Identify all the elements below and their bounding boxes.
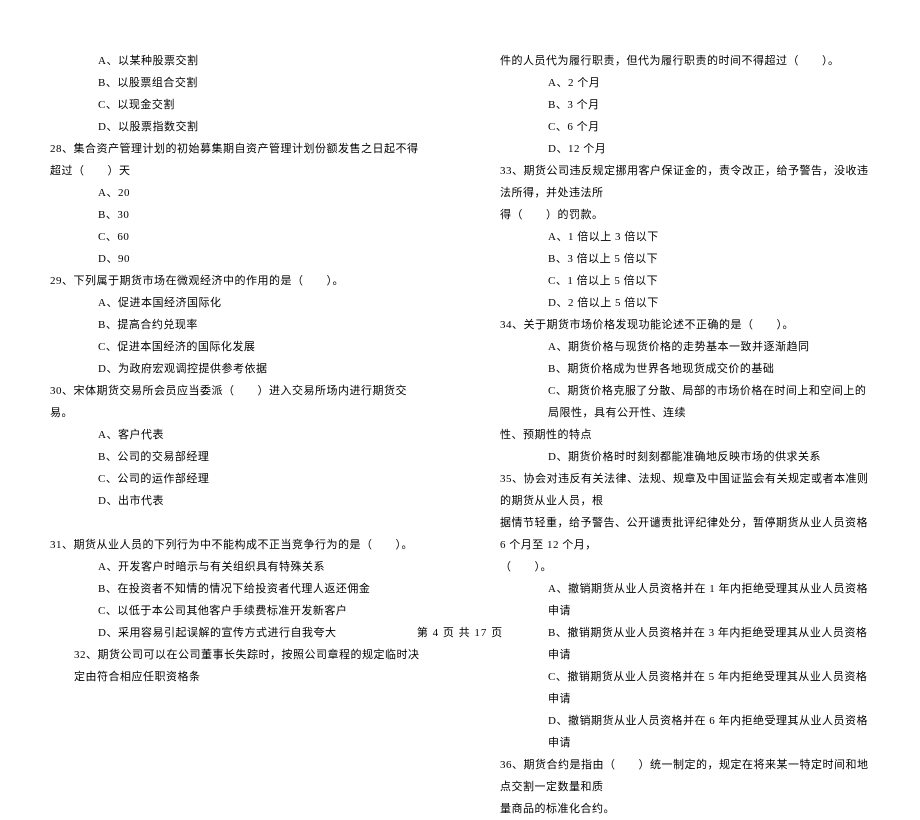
q35-opt-c: C、撤销期货从业人员资格并在 5 年内拒绝受理其从业人员资格申请 (500, 666, 870, 710)
q32-opt-b: B、3 个月 (500, 94, 870, 116)
q29-opt-d: D、为政府宏观调控提供参考依据 (50, 358, 420, 380)
page-footer: 第 4 页 共 17 页 (0, 624, 920, 640)
q33-opt-c: C、1 倍以上 5 倍以下 (500, 270, 870, 292)
q27-opt-a: A、以某种股票交割 (50, 50, 420, 72)
q32-opt-a: A、2 个月 (500, 72, 870, 94)
q31-stem: 31、期货从业人员的下列行为中不能构成不正当竞争行为的是（ ）。 (50, 534, 420, 556)
q33-opt-a: A、1 倍以上 3 倍以下 (500, 226, 870, 248)
q29-stem: 29、下列属于期货市场在微观经济中的作用的是（ ）。 (50, 270, 420, 292)
q35-opt-d: D、撤销期货从业人员资格并在 6 年内拒绝受理其从业人员资格申请 (500, 710, 870, 754)
q28-stem: 28、集合资产管理计划的初始募集期自资产管理计划份额发售之日起不得超过（ ）天 (50, 138, 420, 182)
q30-opt-b: B、公司的交易部经理 (50, 446, 420, 468)
q29-opt-c: C、促进本国经济的国际化发展 (50, 336, 420, 358)
q29-opt-a: A、促进本国经济国际化 (50, 292, 420, 314)
q32-stem-part1: 32、期货公司可以在公司董事长失踪时，按照公司章程的规定临时决定由符合相应任职资… (50, 644, 420, 688)
q28-opt-d: D、90 (50, 248, 420, 270)
q28-opt-a: A、20 (50, 182, 420, 204)
q31-opt-a: A、开发客户时暗示与有关组织具有特殊关系 (50, 556, 420, 578)
q33-opt-b: B、3 倍以上 5 倍以下 (500, 248, 870, 270)
q34-opt-c-part2: 性、预期性的特点 (500, 424, 870, 446)
q27-opt-c: C、以现金交割 (50, 94, 420, 116)
q35-stem-part2: 据情节轻重，给予警告、公开谴责批评纪律处分，暂停期货从业人员资格 6 个月至 1… (500, 512, 870, 556)
q31-opt-c: C、以低于本公司其他客户手续费标准开发新客户 (50, 600, 420, 622)
q34-opt-d: D、期货价格时时刻刻都能准确地反映市场的供求关系 (500, 446, 870, 468)
q29-opt-b: B、提高合约兑现率 (50, 314, 420, 336)
q30-opt-c: C、公司的运作部经理 (50, 468, 420, 490)
q27-opt-d: D、以股票指数交割 (50, 116, 420, 138)
column-left: A、以某种股票交割 B、以股票组合交割 C、以现金交割 D、以股票指数交割 28… (0, 50, 460, 580)
q36-stem-part1: 36、期货合约是指由（ ）统一制定的，规定在将来某一特定时间和地点交割一定数量和… (500, 754, 870, 798)
q35-opt-a: A、撤销期货从业人员资格并在 1 年内拒绝受理其从业人员资格申请 (500, 578, 870, 622)
q27-opt-b: B、以股票组合交割 (50, 72, 420, 94)
q36-stem-part2: 量商品的标准化合约。 (500, 798, 870, 820)
q33-opt-d: D、2 倍以上 5 倍以下 (500, 292, 870, 314)
column-right: 件的人员代为履行职责，但代为履行职责的时间不得超过（ ）。 A、2 个月 B、3… (460, 50, 920, 580)
q35-stem-part1: 35、协会对违反有关法律、法规、规章及中国证监会有关规定或者本准则的期货从业人员… (500, 468, 870, 512)
q30-opt-a: A、客户代表 (50, 424, 420, 446)
q33-stem-part1: 33、期货公司违反规定挪用客户保证金的，责令改正，给予警告，没收违法所得，并处违… (500, 160, 870, 204)
q32-opt-c: C、6 个月 (500, 116, 870, 138)
q35-stem-part3: （ ）。 (500, 556, 870, 578)
q28-opt-c: C、60 (50, 226, 420, 248)
q31-opt-b: B、在投资者不知情的情况下给投资者代理人返还佣金 (50, 578, 420, 600)
q30-stem: 30、宋体期货交易所会员应当委派（ ）进入交易所场内进行期货交易。 (50, 380, 420, 424)
q34-opt-c-part1: C、期货价格克服了分散、局部的市场价格在时间上和空间上的局限性，具有公开性、连续 (500, 380, 870, 424)
q33-stem-part2: 得（ ）的罚款。 (500, 204, 870, 226)
q32-opt-d: D、12 个月 (500, 138, 870, 160)
q30-opt-d: D、出市代表 (50, 490, 420, 512)
page-body: A、以某种股票交割 B、以股票组合交割 C、以现金交割 D、以股票指数交割 28… (0, 0, 920, 610)
q34-stem: 34、关于期货市场价格发现功能论述不正确的是（ ）。 (500, 314, 870, 336)
q34-opt-b: B、期货价格成为世界各地现货成交价的基础 (500, 358, 870, 380)
q34-opt-a: A、期货价格与现货价格的走势基本一致并逐渐趋同 (500, 336, 870, 358)
q32-stem-part2: 件的人员代为履行职责，但代为履行职责的时间不得超过（ ）。 (500, 50, 870, 72)
q28-opt-b: B、30 (50, 204, 420, 226)
